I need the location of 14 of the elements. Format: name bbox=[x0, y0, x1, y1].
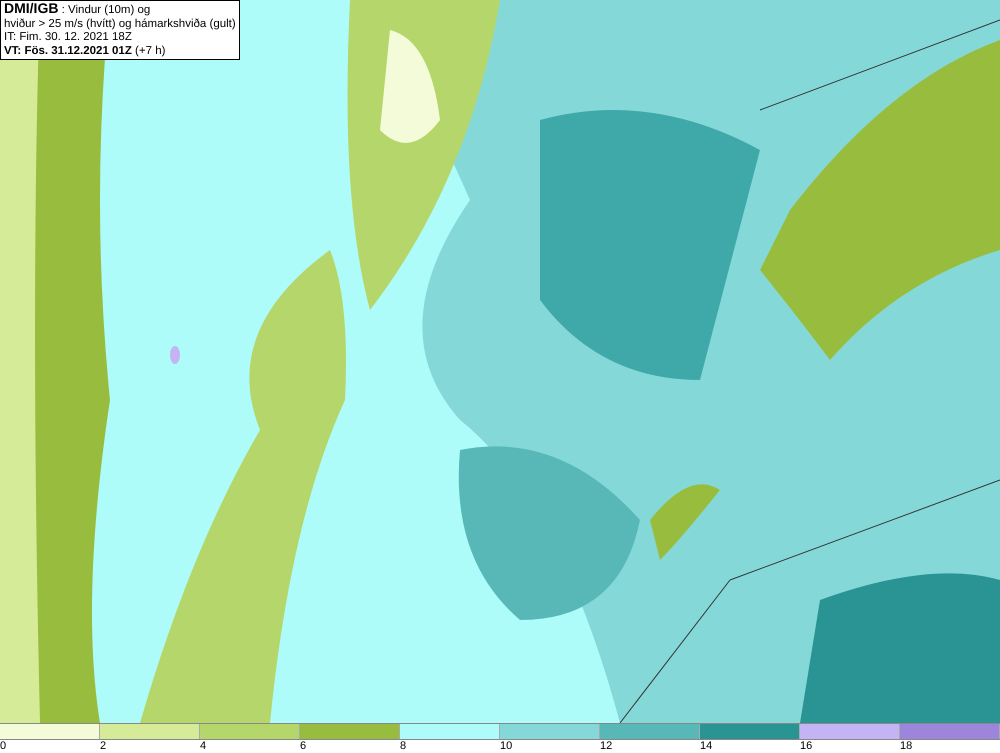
scale-tick-label: 12 bbox=[600, 740, 612, 752]
scale-tick-label: 6 bbox=[300, 740, 306, 752]
title-line: VT: Fös. 31.12.2021 01Z (+7 h) bbox=[4, 44, 166, 58]
title-line: hviður > 25 m/s (hvítt) og hámarkshviða (gult) bbox=[4, 18, 236, 31]
scale-tick-label: 10 bbox=[500, 740, 512, 752]
scale-tick-label: 14 bbox=[700, 740, 712, 752]
scale-tick-label: 0 bbox=[0, 740, 6, 752]
scale-tick-label: 4 bbox=[200, 740, 206, 752]
scale-tick-label: 8 bbox=[400, 740, 406, 752]
scale-tick-label: 18 bbox=[900, 740, 912, 752]
scale-tick-label: 16 bbox=[800, 740, 812, 752]
title-line: DMI/IGB : Vindur (10m) og bbox=[4, 2, 152, 18]
title-line: IT: Fim. 30. 12. 2021 18Z bbox=[4, 31, 133, 44]
scale-tick-label: 2 bbox=[100, 740, 106, 752]
